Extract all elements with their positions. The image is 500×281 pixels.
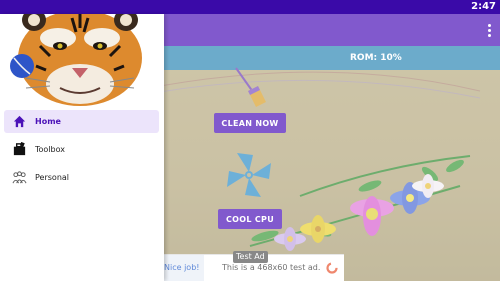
nav-label-toolbox: Toolbox — [35, 145, 65, 154]
nav-item-personal[interactable]: Personal — [4, 166, 159, 189]
drawer-scrim[interactable] — [164, 14, 500, 281]
personal-icon — [12, 171, 27, 184]
tiger-image — [0, 14, 164, 108]
nav-item-toolbox[interactable]: Toolbox — [4, 138, 159, 161]
nav-label-home: Home — [35, 117, 61, 126]
status-bar: 2:47 — [0, 0, 500, 14]
navigation-drawer: Home Toolbox Personal — [0, 14, 164, 281]
home-icon — [13, 115, 26, 128]
nav-item-home[interactable]: Home — [4, 110, 159, 133]
status-time: 2:47 — [471, 1, 496, 12]
avatar-ball-icon — [10, 54, 34, 78]
nav-label-personal: Personal — [35, 173, 70, 182]
toolbox-icon — [13, 142, 26, 156]
drawer-header — [0, 14, 164, 108]
